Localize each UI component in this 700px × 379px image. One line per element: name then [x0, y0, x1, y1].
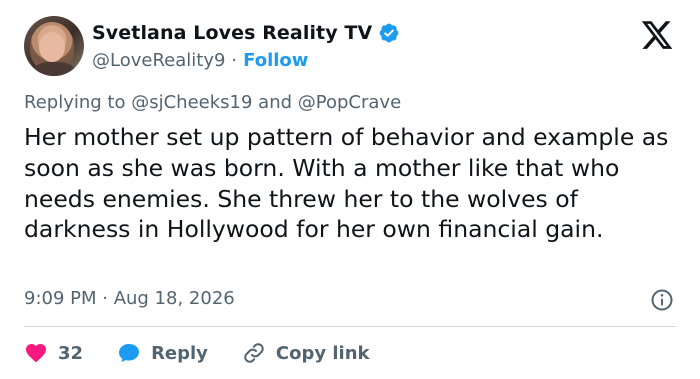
- divider: [24, 326, 676, 327]
- like-count: 32: [58, 342, 84, 364]
- link-icon: [244, 343, 264, 363]
- follow-button[interactable]: Follow: [243, 50, 308, 71]
- tweet-card: Svetlana Loves Reality TV @LoveReality9 …: [0, 0, 700, 379]
- copy-link-button[interactable]: Copy link: [242, 341, 370, 365]
- author-handle-row: @LoveReality9 · Follow: [92, 48, 308, 72]
- speech-bubble-icon: [119, 344, 140, 362]
- mention-link[interactable]: @sjCheeks19: [131, 92, 252, 113]
- reply-button[interactable]: Reply: [117, 341, 208, 365]
- avatar[interactable]: [24, 16, 84, 76]
- author-name-row: Svetlana Loves Reality TV: [92, 20, 400, 46]
- reply-label: Reply: [151, 342, 208, 364]
- author-handle[interactable]: @LoveReality9: [92, 50, 225, 71]
- info-icon[interactable]: [650, 288, 674, 312]
- mention-link[interactable]: @PopCrave: [298, 92, 401, 113]
- tweet-timestamp[interactable]: 9:09 PM · Aug 18, 2026: [24, 288, 235, 309]
- copy-link-label: Copy link: [275, 342, 370, 364]
- reply-context: Replying to @sjCheeks19 and @PopCrave: [24, 92, 401, 113]
- heart-icon: [26, 344, 46, 363]
- tweet-text: Her mother set up pattern of behavior an…: [24, 123, 669, 244]
- reply-context-prefix: Replying to: [24, 92, 126, 113]
- handle-separator: ·: [231, 49, 238, 71]
- reply-context-conjunction: and: [258, 92, 293, 113]
- action-bar: 32 Reply Copy link: [24, 340, 404, 366]
- avatar-face: [39, 32, 65, 62]
- verified-badge-icon: [379, 23, 399, 43]
- author-display-name[interactable]: Svetlana Loves Reality TV: [92, 22, 372, 44]
- like-button[interactable]: 32: [24, 341, 83, 365]
- x-logo-icon[interactable]: [640, 18, 674, 52]
